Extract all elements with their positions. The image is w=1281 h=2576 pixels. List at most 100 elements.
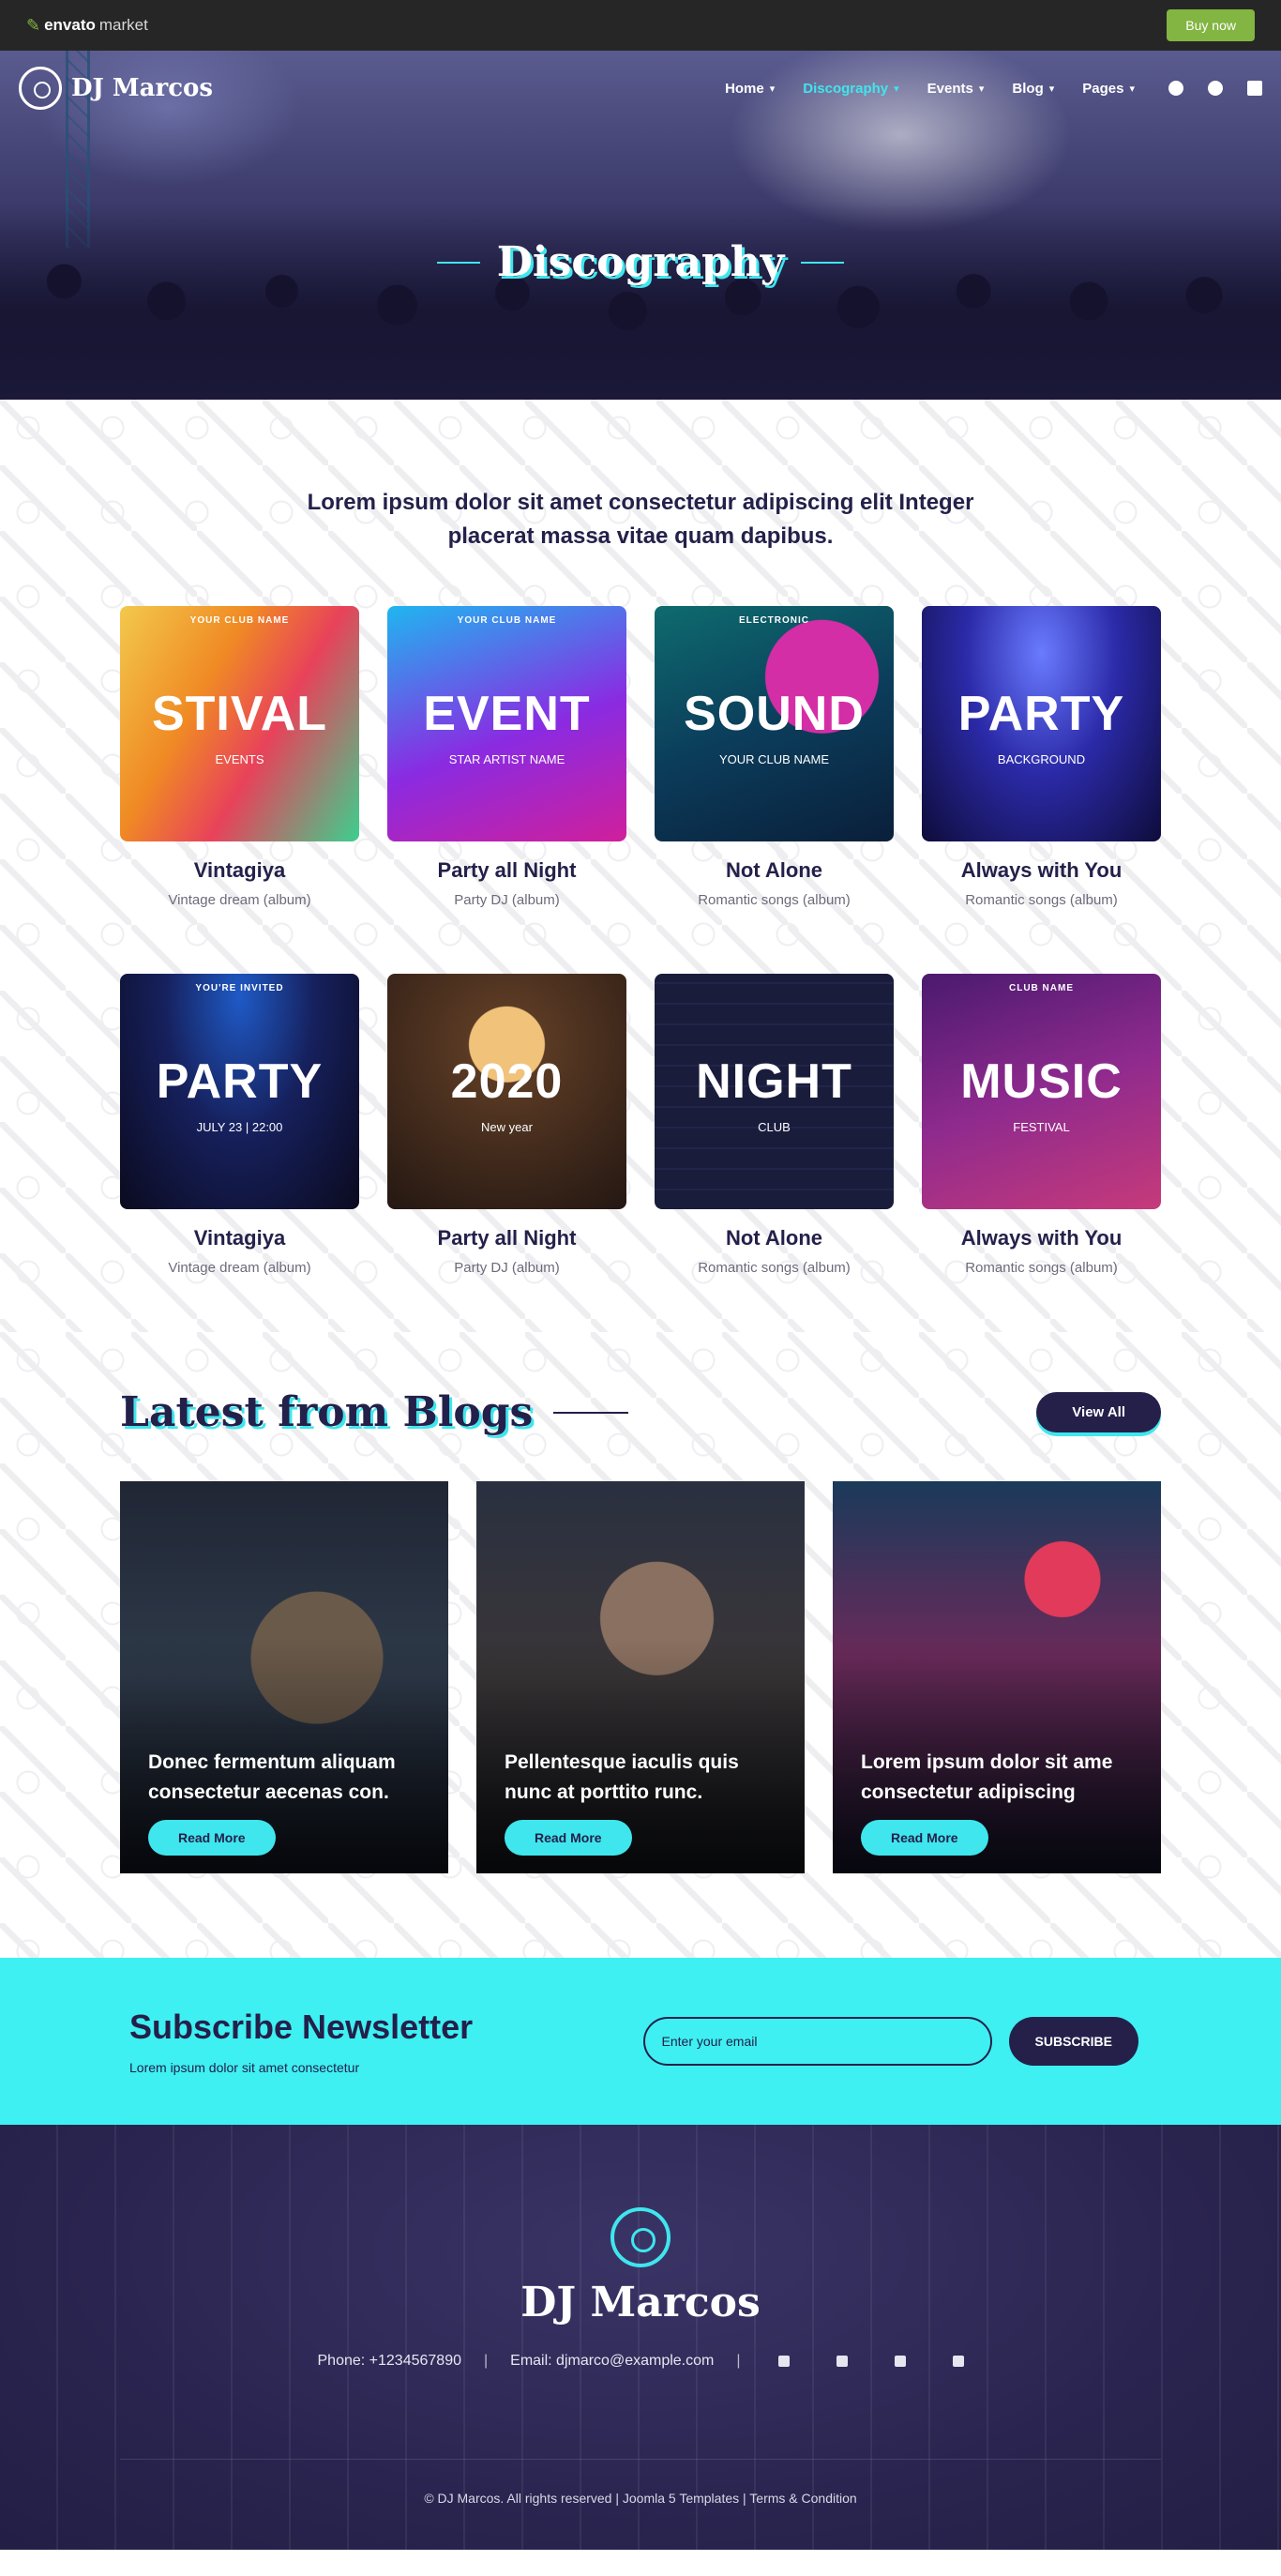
read-more-button[interactable]: Read More: [505, 1820, 632, 1856]
footer-site-name[interactable]: DJ Marcos: [0, 2279, 1281, 2326]
album-title[interactable]: Always with You: [922, 858, 1161, 883]
nav-item-events[interactable]: Events ▾: [927, 81, 985, 97]
view-all-button[interactable]: View All: [1036, 1392, 1161, 1432]
album-cover[interactable]: PARTY BACKGROUND: [922, 606, 1161, 841]
nav-label: Events: [927, 80, 973, 97]
buy-now-button[interactable]: Buy now: [1167, 9, 1255, 41]
cover-big-text: SOUND: [684, 687, 865, 742]
chevron-down-icon: ▾: [978, 83, 985, 95]
hero-title-wrap: Discography: [0, 238, 1281, 286]
album-subtitle: Romantic songs (album): [965, 1260, 1118, 1276]
footer-email[interactable]: Email: djmarco@example.com: [510, 2353, 714, 2370]
footer-contact: Phone: +1234567890 | Email: djmarco@exam…: [0, 2353, 1281, 2370]
album-cover[interactable]: YOUR CLUB NAME EVENT STAR ARTIST NAME: [387, 606, 626, 841]
album-title[interactable]: Not Alone: [655, 858, 894, 883]
cover-top-text: CLUB NAME: [1009, 983, 1074, 993]
cover-top-text: YOUR CLUB NAME: [457, 615, 557, 626]
cover-big-text: PARTY: [156, 1054, 324, 1110]
pinterest-icon[interactable]: [1208, 81, 1223, 96]
subscribe-button[interactable]: SUBSCRIBE: [1008, 2017, 1138, 2066]
album-title[interactable]: Party all Night: [387, 858, 626, 883]
blog-title[interactable]: Lorem ipsum dolor sit ame consectetur ad…: [861, 1748, 1133, 1808]
album-subtitle: Romantic songs (album): [965, 892, 1118, 908]
newsletter-title: Subscribe Newsletter: [129, 2008, 474, 2046]
blog-grid: Donec fermentum aliquam consectetur aece…: [120, 1481, 1161, 1873]
twitter-icon[interactable]: [836, 2356, 848, 2367]
read-more-button[interactable]: Read More: [148, 1820, 276, 1856]
album-card[interactable]: YOUR CLUB NAME EVENT STAR ARTIST NAME Pa…: [387, 606, 626, 908]
cover-top-text: YOU'RE INVITED: [195, 983, 284, 993]
album-cover[interactable]: YOUR CLUB NAME STIVAL EVENTS: [120, 606, 359, 841]
cover-sub-text: BACKGROUND: [997, 751, 1086, 766]
nav-label: Home: [725, 80, 764, 97]
cover-big-text: EVENT: [423, 687, 591, 742]
title-line-left: [436, 261, 480, 264]
facebook-icon[interactable]: [777, 2356, 790, 2367]
blog-card[interactable]: Pellentesque iaculis quis nunc at portti…: [476, 1481, 805, 1873]
facebook-icon[interactable]: [1168, 81, 1183, 96]
album-cover[interactable]: NIGHT CLUB: [655, 974, 894, 1209]
album-card[interactable]: NIGHT CLUB Not Alone Romantic songs (alb…: [655, 974, 894, 1276]
cover-sub-text: New year: [481, 1119, 533, 1134]
chevron-down-icon: ▾: [1129, 83, 1135, 95]
envato-market: market: [98, 16, 148, 34]
album-subtitle: Vintage dream (album): [168, 892, 311, 908]
chevron-down-icon: ▾: [1048, 83, 1055, 95]
album-card[interactable]: YOUR CLUB NAME STIVAL EVENTS Vintagiya V…: [120, 606, 359, 908]
blogs-section: Latest from Blogs View All Donec ferment…: [0, 1332, 1281, 1958]
discography-section: Lorem ipsum dolor sit amet consectetur a…: [0, 400, 1281, 1332]
blog-card[interactable]: Donec fermentum aliquam consectetur aece…: [120, 1481, 448, 1873]
cover-top-text: YOUR CLUB NAME: [189, 615, 290, 626]
album-cover[interactable]: CLUB NAME MUSIC FESTIVAL: [922, 974, 1161, 1209]
album-title[interactable]: Vintagiya: [120, 858, 359, 883]
nav-item-blog[interactable]: Blog ▾: [1012, 81, 1054, 97]
footer-social: [777, 2356, 964, 2367]
separator: |: [736, 2353, 741, 2369]
album-title[interactable]: Always with You: [922, 1226, 1161, 1250]
envato-brand: envato: [44, 16, 96, 34]
album-cover[interactable]: ELECTRONIC SOUND YOUR CLUB NAME: [655, 606, 894, 841]
email-field[interactable]: [642, 2017, 992, 2066]
album-title[interactable]: Party all Night: [387, 1226, 626, 1250]
chevron-down-icon: ▾: [894, 83, 899, 95]
read-more-button[interactable]: Read More: [861, 1820, 988, 1856]
main-nav: Home ▾ Discography ▾ Events ▾ Blog ▾ Pages ▾: [725, 81, 1262, 97]
site-header: DJ Marcos Home ▾ Discography ▾ Events ▾ Blo…: [0, 51, 1281, 126]
album-card[interactable]: ELECTRONIC SOUND YOUR CLUB NAME Not Alon…: [655, 606, 894, 908]
cover-sub-text: FESTIVAL: [1013, 1119, 1070, 1134]
envato-logo[interactable]: ✎ envato market: [26, 16, 148, 36]
blog-title[interactable]: Donec fermentum aliquam consectetur aece…: [148, 1748, 420, 1808]
vinyl-disc-icon[interactable]: [610, 2207, 671, 2267]
nav-item-discography[interactable]: Discography ▾: [803, 81, 898, 97]
nav-item-home[interactable]: Home ▾: [725, 81, 775, 97]
nav-label: Pages: [1082, 80, 1124, 97]
cover-big-text: MUSIC: [960, 1054, 1123, 1110]
cover-big-text: NIGHT: [696, 1054, 852, 1110]
linkedin-icon[interactable]: [894, 2356, 906, 2367]
album-title[interactable]: Not Alone: [655, 1226, 894, 1250]
linkedin-icon[interactable]: [1247, 81, 1262, 96]
blog-title[interactable]: Pellentesque iaculis quis nunc at portti…: [505, 1748, 776, 1808]
blog-card[interactable]: Lorem ipsum dolor sit ame consectetur ad…: [833, 1481, 1161, 1873]
album-card[interactable]: 2020 New year Party all Night Party DJ (…: [387, 974, 626, 1276]
album-card[interactable]: CLUB NAME MUSIC FESTIVAL Always with You…: [922, 974, 1161, 1276]
instagram-icon[interactable]: [952, 2356, 964, 2367]
album-card[interactable]: PARTY BACKGROUND Always with You Romanti…: [922, 606, 1161, 908]
page-title: Discography: [496, 238, 785, 286]
site-logo[interactable]: DJ Marcos: [19, 67, 213, 110]
footer-divider: [120, 2459, 1161, 2460]
crowd-silhouette: [0, 203, 1281, 400]
album-subtitle: Romantic songs (album): [698, 892, 851, 908]
album-cover[interactable]: 2020 New year: [387, 974, 626, 1209]
newsletter-form: SUBSCRIBE: [642, 2017, 1138, 2066]
nav-item-pages[interactable]: Pages ▾: [1082, 81, 1135, 97]
hero: DJ Marcos Home ▾ Discography ▾ Events ▾ Blo…: [0, 51, 1281, 400]
album-card[interactable]: YOU'RE INVITED PARTY JULY 23 | 22:00 Vin…: [120, 974, 359, 1276]
title-line: [553, 1411, 629, 1414]
album-cover[interactable]: YOU'RE INVITED PARTY JULY 23 | 22:00: [120, 974, 359, 1209]
album-title[interactable]: Vintagiya: [120, 1226, 359, 1250]
footer-background: [0, 2125, 1281, 2550]
cover-big-text: PARTY: [957, 687, 1125, 742]
album-subtitle: Party DJ (album): [454, 892, 560, 908]
album-subtitle: Vintage dream (album): [168, 1260, 311, 1276]
